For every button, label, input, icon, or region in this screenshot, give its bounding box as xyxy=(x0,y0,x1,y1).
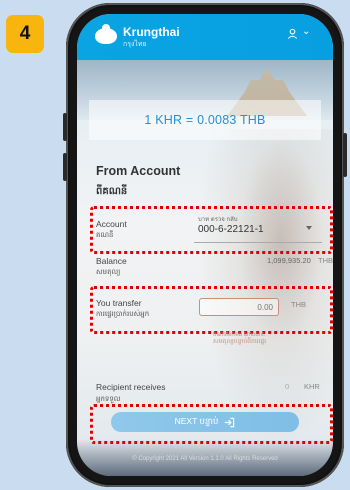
balance-value: 1,099,935.20 xyxy=(267,256,311,265)
account-select-caption: บาท ตรวจ กลับ xyxy=(198,217,238,223)
balance-label: Balance xyxy=(96,256,127,266)
power-button xyxy=(343,133,347,177)
from-account-title-khmer: ពីគណនី xyxy=(96,186,128,197)
balance-currency: THB xyxy=(318,256,333,265)
user-icon xyxy=(287,28,298,39)
account-label: Account xyxy=(96,219,127,229)
transfer-amount-input[interactable] xyxy=(199,298,279,316)
account-label-khmer: គណនី xyxy=(96,232,114,239)
recipient-value: 0 xyxy=(285,382,290,391)
phone-frame: Krungthai กรุงไทย ⌄ 1 KHR = 0.0083 THB F… xyxy=(63,3,347,487)
next-button[interactable]: NEXT បន្ទាប់ xyxy=(111,412,299,432)
footer-copyright: © Copyright 2021 All Version 1.1.0 All R… xyxy=(132,456,278,462)
step-badge: 4 xyxy=(6,15,44,53)
from-account-title: From Account xyxy=(96,164,181,178)
enter-icon xyxy=(225,417,235,427)
volume-up-button xyxy=(63,113,67,141)
account-select[interactable]: บาท ตรวจ กลับ 000-6-22121-1 xyxy=(194,213,322,243)
krungthai-logo-icon xyxy=(95,24,117,44)
top-bar: Krungthai กรุงไทย ⌄ xyxy=(77,14,333,60)
volume-down-button xyxy=(63,153,67,181)
app-name: Krungthai xyxy=(123,25,180,39)
chevron-down-icon: ⌄ xyxy=(302,26,311,37)
account-number: 000-6-22121-1 xyxy=(198,224,264,235)
chevron-down-icon xyxy=(306,226,312,230)
transferred-note: transferred amount. សមតុល្យបន្ទាប់ពីការផ… xyxy=(213,332,267,345)
recipient-currency: KHR xyxy=(304,382,320,391)
transfer-label: You transfer xyxy=(96,298,142,308)
user-menu[interactable]: ⌄ xyxy=(287,26,311,39)
exchange-rate-text: 1 KHR = 0.0083 THB xyxy=(144,113,266,127)
next-button-label: NEXT បន្ទាប់ xyxy=(174,415,219,426)
transfer-currency: THB xyxy=(291,300,306,309)
app-name-thai: กรุงไทย xyxy=(123,41,147,48)
app-screen: Krungthai กรุงไทย ⌄ 1 KHR = 0.0083 THB F… xyxy=(77,14,333,476)
recipient-label: Recipient receives xyxy=(96,382,166,392)
select-underline xyxy=(194,242,322,243)
balance-label-khmer: សមតុល្យ xyxy=(96,269,121,276)
exchange-rate-panel: 1 KHR = 0.0083 THB xyxy=(89,100,321,140)
transfer-label-khmer: ការផ្ទេរប្រាក់របស់អ្នក xyxy=(96,311,150,318)
